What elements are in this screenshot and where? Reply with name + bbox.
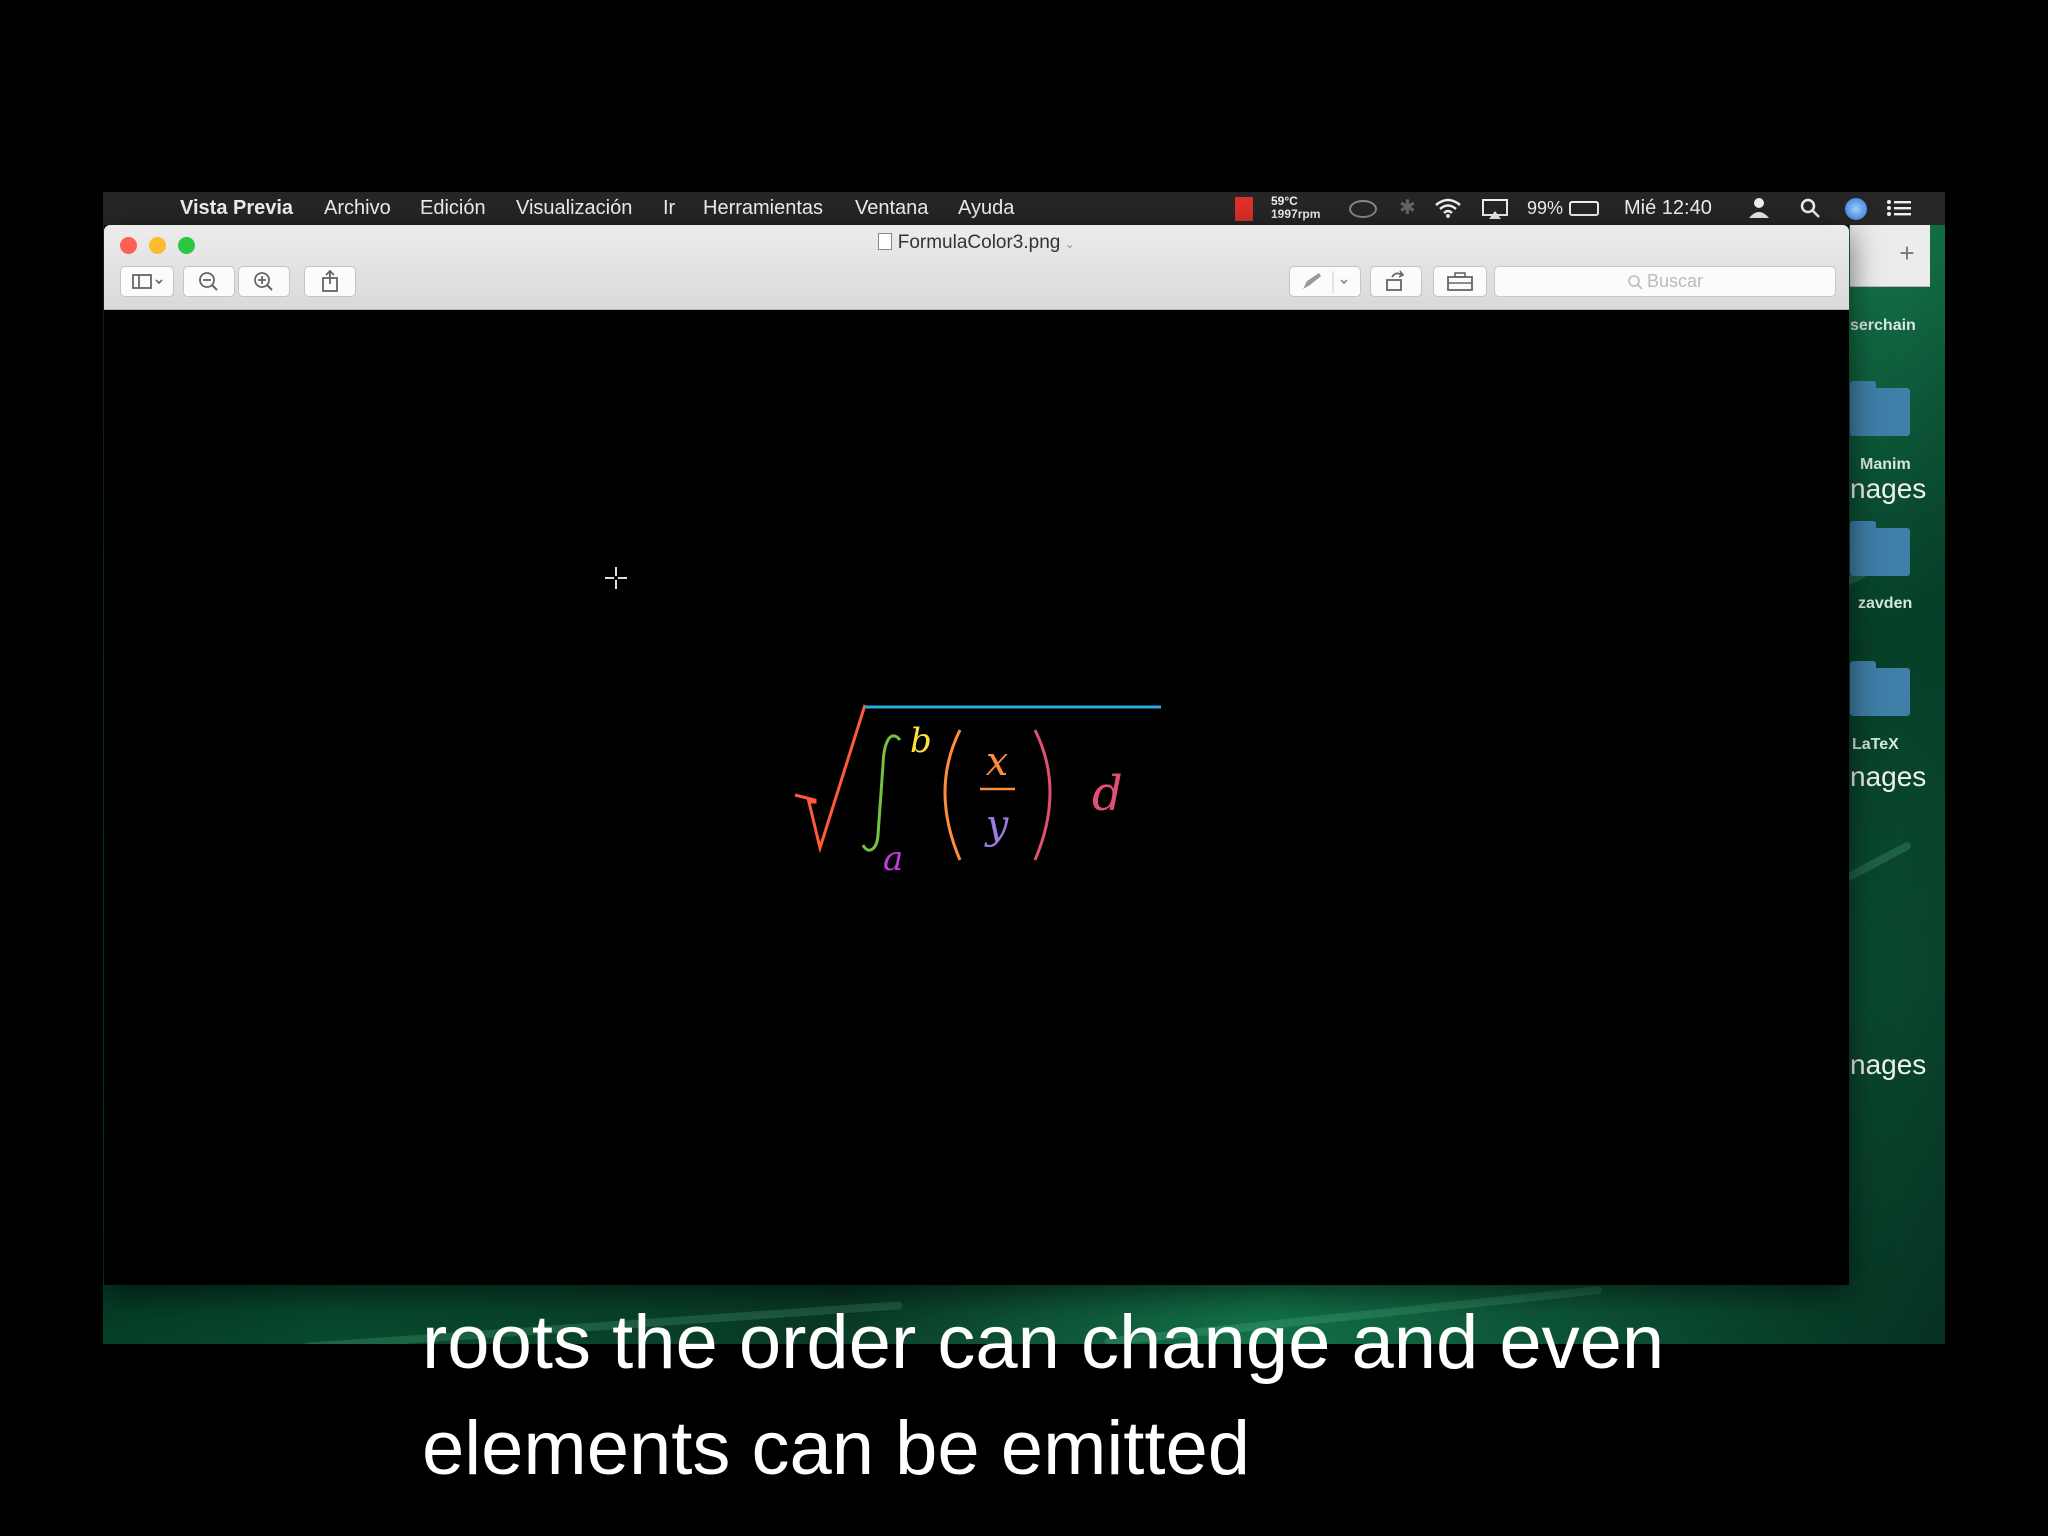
- zoom-in-button[interactable]: [238, 266, 290, 297]
- left-parenthesis: [943, 729, 962, 861]
- menu-ayuda[interactable]: Ayuda: [958, 192, 1014, 225]
- search-icon: [1627, 270, 1643, 299]
- document-name: FormulaColor3.png: [897, 232, 1061, 253]
- new-tab-button[interactable]: +: [1892, 238, 1922, 268]
- notification-center-icon[interactable]: [1885, 192, 1913, 236]
- temperature-readout[interactable]: 59°C 1997rpm: [1271, 195, 1320, 221]
- upper-limit: b: [910, 721, 932, 761]
- search-field[interactable]: Buscar: [1494, 266, 1836, 297]
- menu-herramientas[interactable]: Herramientas: [703, 192, 823, 225]
- creative-cloud-icon[interactable]: [1349, 200, 1377, 218]
- menu-ir[interactable]: Ir: [663, 192, 675, 225]
- bluetooth-icon[interactable]: ✱: [1399, 192, 1416, 225]
- folder-icon[interactable]: [1850, 381, 1910, 436]
- app-menu[interactable]: Vista Previa: [180, 192, 293, 225]
- menu-visualizacion[interactable]: Visualización: [516, 192, 632, 225]
- lower-limit: a: [883, 839, 903, 879]
- temperature-value: 59°C: [1271, 194, 1298, 208]
- window-title[interactable]: FormulaColor3.png ⌄: [104, 232, 1849, 254]
- sidebar-toggle-button[interactable]: [120, 266, 174, 297]
- menu-ventana[interactable]: Ventana: [855, 192, 928, 225]
- menu-archivo[interactable]: Archivo: [324, 192, 391, 225]
- radical-sign: [794, 704, 867, 854]
- desktop-label-images-1[interactable]: nages: [1850, 473, 1926, 505]
- zoom-out-button[interactable]: [183, 266, 235, 297]
- menu-edicion[interactable]: Edición: [420, 192, 486, 225]
- folder-icon[interactable]: [1850, 521, 1910, 576]
- png-file-icon: [877, 233, 892, 250]
- crosshair-cursor-icon: [604, 566, 628, 590]
- right-parenthesis: [1033, 729, 1052, 861]
- denominator: y: [984, 802, 1010, 848]
- rotate-button[interactable]: [1370, 266, 1422, 297]
- desktop-label-images-2[interactable]: nages: [1850, 761, 1926, 793]
- clock[interactable]: Mié 12:40: [1624, 192, 1712, 225]
- chevron-down-icon: ⌄: [1064, 236, 1076, 251]
- desktop-label-latex: LaTeX: [1852, 736, 1899, 753]
- desktop-label-images-3[interactable]: nages: [1850, 1049, 1926, 1081]
- desktop-label-serchain: serchain: [1850, 317, 1916, 334]
- share-button[interactable]: [304, 266, 356, 297]
- menubar: Vista Previa Archivo Edición Visualizaci…: [103, 192, 1945, 225]
- desktop-label-zavden: zavden: [1858, 595, 1913, 612]
- temperature-icon[interactable]: [1235, 197, 1253, 221]
- siri-icon[interactable]: [1845, 198, 1867, 220]
- caption-line-1: roots the order can change and even: [422, 1300, 1665, 1385]
- battery-percent[interactable]: 99%: [1527, 192, 1563, 225]
- toolbox-button[interactable]: [1433, 266, 1487, 297]
- integral-sign: [861, 734, 902, 852]
- folder-icon[interactable]: [1850, 661, 1910, 716]
- caption-line-2: elements can be emitted: [422, 1406, 1251, 1491]
- differential: d: [1092, 766, 1123, 822]
- formula-image: b a x y d: [780, 690, 1180, 910]
- fan-rpm-value: 1997rpm: [1271, 207, 1321, 221]
- markup-pen-button[interactable]: [1289, 266, 1361, 297]
- subtitle-caption: roots the order can change and even elem…: [0, 1290, 2048, 1502]
- numerator: x: [986, 739, 1009, 785]
- desktop-label-manim: Manim: [1860, 456, 1911, 473]
- window-titlebar: FormulaColor3.png ⌄ Buscar: [104, 225, 1849, 310]
- search-placeholder: Buscar: [1646, 271, 1704, 291]
- battery-icon[interactable]: [1569, 201, 1599, 216]
